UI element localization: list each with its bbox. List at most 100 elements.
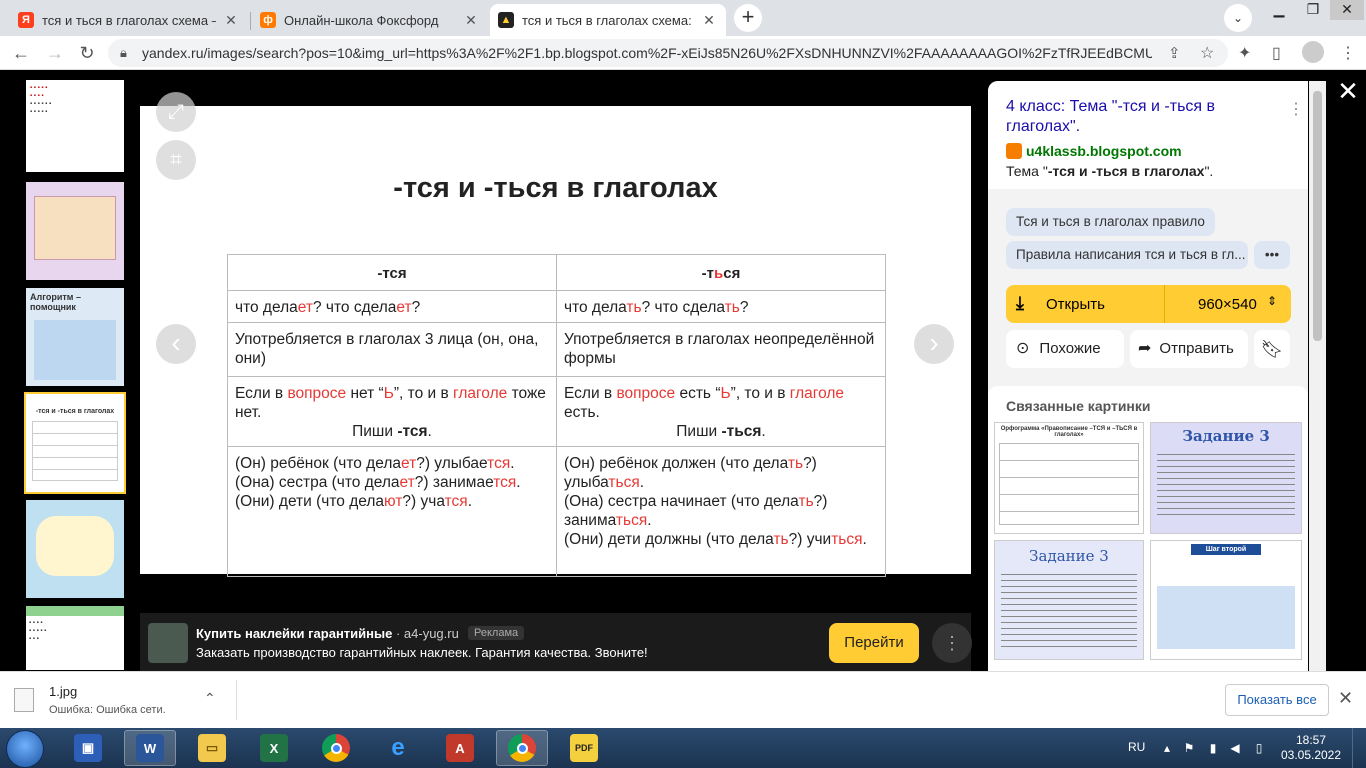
thumbnail-1[interactable]: ▪ ▪ ▪ ▪ ▪ ▪ ▪ ▪ ▪ ▪ ▪ ▪ ▪ ▪ ▪ ▪ ▪ ▪ ▪ ▪ <box>26 80 124 172</box>
ad-go-button[interactable]: Перейти <box>829 623 919 663</box>
more-icon[interactable]: ⋮ <box>1288 99 1304 119</box>
highlight-part: вопросе <box>287 385 347 402</box>
more-icon[interactable]: ⋮ <box>932 623 972 663</box>
ad-banner[interactable]: Купить наклейки гарантийные · a4-yug.ru … <box>140 613 972 671</box>
address-bar[interactable]: 🔒︎ yandex.ru/images/search?pos=10&img_ur… <box>108 39 1228 67</box>
tab-search-button[interactable]: ⌄ <box>1224 4 1252 32</box>
tab-yandex-search[interactable]: Я тся и ться в глаголах схема — Я ✕ <box>10 4 248 36</box>
share-icon[interactable]: ⇪ <box>1168 44 1181 62</box>
chevron-up-icon[interactable]: ⌃ <box>204 690 216 707</box>
next-image-button[interactable]: › <box>914 324 954 364</box>
example-line: (Она) сестра (что делает?) занимается. <box>235 473 549 492</box>
fullscreen-icon[interactable]: ⤢ <box>156 92 196 132</box>
taskbar-pdf[interactable]: PDF <box>558 730 610 766</box>
open-button[interactable]: Открыть <box>1046 296 1105 313</box>
related-image-4[interactable]: Шаг второй <box>1150 540 1302 660</box>
rule-ending: -тся <box>397 423 428 440</box>
example-line: (Она) сестра начинает (что делать?) зани… <box>564 492 878 530</box>
system-clock[interactable]: 18:57 03.05.2022 <box>1278 733 1344 763</box>
tag-chip[interactable]: Тся и ться в глаголах правило <box>1006 208 1215 236</box>
tab-foxford[interactable]: ф Онлайн-школа Фоксфорд ✕ <box>252 4 488 36</box>
source-site[interactable]: u4klassb.blogspot.com <box>1026 143 1182 159</box>
close-icon[interactable]: ✕ <box>222 12 240 29</box>
source-title[interactable]: 4 класс: Тема "-тся и -ться в глаголах". <box>1006 97 1286 137</box>
tab-yandex-images[interactable]: ▲ тся и ться в глаголах схема: 2 ты ✕ <box>490 4 726 36</box>
reload-button[interactable]: ↻ <box>74 40 100 66</box>
window-close-button[interactable]: ✕ <box>1330 0 1364 20</box>
ending-part: ть <box>773 531 789 548</box>
extensions-icon[interactable]: ✦ <box>1238 43 1251 63</box>
text-part: что дела <box>235 299 298 316</box>
download-filename[interactable]: 1.jpg <box>49 684 77 699</box>
bookmark-icon[interactable]: 🔖︎ <box>1254 330 1290 368</box>
close-viewer-icon[interactable]: ✕ <box>1334 78 1362 106</box>
url-text[interactable]: yandex.ru/images/search?pos=10&img_url=h… <box>142 45 1152 61</box>
network-icon[interactable]: ▮ <box>1206 741 1220 755</box>
taskbar-explorer[interactable]: ▭ <box>186 730 238 766</box>
new-tab-button[interactable]: + <box>734 4 762 32</box>
back-button[interactable]: ← <box>8 40 34 66</box>
send-button[interactable]: ➦ Отправить <box>1130 330 1248 368</box>
crop-icon[interactable]: ⌗ <box>156 140 196 180</box>
taskbar-floppy[interactable]: ▣ <box>62 730 114 766</box>
related-image-3[interactable]: Задание 3 <box>994 540 1144 660</box>
close-icon[interactable]: ✕ <box>1338 688 1353 709</box>
taskbar-excel[interactable]: X <box>248 730 300 766</box>
tag-chip[interactable]: Правила написания тся и ться в гл... <box>1006 241 1248 269</box>
taskbar-word[interactable]: W <box>124 730 176 766</box>
close-icon[interactable]: ✕ <box>700 12 718 29</box>
side-panel-icon[interactable]: ▯ <box>1272 43 1281 63</box>
battery-icon[interactable]: ▯ <box>1252 741 1266 755</box>
prev-image-button[interactable]: ‹ <box>156 324 196 364</box>
rule-ending: -ться <box>721 423 762 440</box>
lock-icon[interactable]: 🔒︎ <box>120 45 127 61</box>
thumbnail-3-title: Алгоритм – помощник <box>30 292 81 312</box>
text-part: . <box>516 474 521 491</box>
more-tags-button[interactable]: ••• <box>1254 241 1290 269</box>
related-image-3-title: Задание 3 <box>1029 547 1109 565</box>
ad-title[interactable]: Купить наклейки гарантийные · a4-yug.ru <box>196 626 459 641</box>
clock-time: 18:57 <box>1295 733 1327 747</box>
thumbnail-6[interactable]: ▪ ▪ ▪ ▪ ▪ ▪ ▪ ▪ ▪ ▪ ▪ ▪ <box>26 606 124 670</box>
taskbar-chrome-active[interactable] <box>496 730 548 766</box>
thumbnail-5[interactable] <box>26 500 124 598</box>
related-image-2[interactable]: Задание 3 <box>1150 422 1302 534</box>
restore-button[interactable]: ❐ <box>1296 0 1330 20</box>
bookmark-star-icon[interactable]: ☆ <box>1200 43 1214 63</box>
minimize-button[interactable]: ▁ <box>1262 0 1296 20</box>
ending-part: ть <box>626 299 642 316</box>
profile-avatar[interactable] <box>1302 41 1324 63</box>
start-button[interactable] <box>6 730 44 768</box>
taskbar-chrome[interactable] <box>310 730 362 766</box>
flag-icon[interactable]: ⚑ <box>1182 741 1196 755</box>
forward-button[interactable]: → <box>42 40 68 66</box>
size-select[interactable]: 960×540 <box>1198 296 1257 313</box>
taskbar-ie[interactable]: e <box>372 730 424 766</box>
taskbar-acrobat[interactable]: A <box>434 730 486 766</box>
text-part: ”, то и в <box>393 385 454 402</box>
close-icon[interactable]: ✕ <box>462 12 480 29</box>
text-part: ? что сдела <box>312 299 397 316</box>
menu-icon[interactable]: ⋮ <box>1340 43 1356 63</box>
ie-icon: e <box>391 734 405 761</box>
rule-dot: . <box>761 423 766 440</box>
floppy-icon: ▣ <box>74 734 102 762</box>
volume-icon[interactable]: ◀ <box>1228 741 1242 755</box>
language-indicator[interactable]: RU <box>1128 740 1145 754</box>
similar-button[interactable]: ⊙ Похожие <box>1006 330 1124 368</box>
panel-scrollbar[interactable] <box>1309 81 1326 671</box>
ad-domain: · a4-yug.ru <box>392 626 459 641</box>
usage-cell-right: Употребляется в глаголах неопределённой … <box>556 322 886 377</box>
thumbnail-3[interactable]: Алгоритм – помощник <box>26 288 124 386</box>
thumbnail-4-selected[interactable]: -тся и -ться в глаголах <box>24 392 126 494</box>
main-image[interactable]: -тся и -ться в глаголах -тся -ться что д… <box>140 92 971 577</box>
text-part: Если в <box>564 385 617 402</box>
ending-part: ет <box>400 455 417 472</box>
related-image-1[interactable]: Орфограмма «Правописание –ТСЯ и –ТЬСЯ в … <box>994 422 1144 534</box>
thumbnail-4-title: -тся и -ться в глаголах <box>35 408 115 415</box>
show-all-button[interactable]: Показать все <box>1225 684 1329 716</box>
show-desktop-button[interactable] <box>1352 728 1366 768</box>
scrollbar-thumb[interactable] <box>1313 91 1322 341</box>
thumbnail-2[interactable] <box>26 182 124 280</box>
show-hidden-icons[interactable]: ▴ <box>1160 741 1174 755</box>
